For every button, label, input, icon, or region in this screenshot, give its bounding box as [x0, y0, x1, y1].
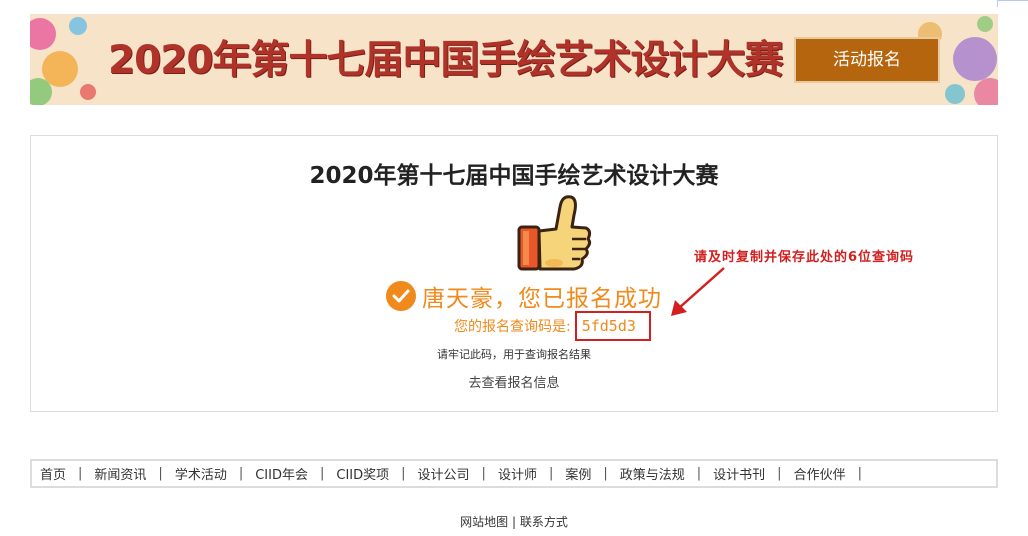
footer-nav-policies[interactable]: 政策与法规 [620, 464, 685, 483]
footer-nav-design-firms[interactable]: 设计公司 [418, 464, 470, 483]
footer-nav-partners[interactable]: 合作伙伴 [794, 464, 846, 483]
nav-separator: | [78, 466, 83, 481]
nav-separator: | [857, 466, 862, 481]
bottom-separator: | [511, 515, 517, 529]
footer-nav-annual-meeting[interactable]: CIID年会 [255, 464, 308, 483]
sitemap-link[interactable]: 网站地图 [460, 515, 508, 529]
nav-separator: | [238, 466, 244, 481]
banner-title: 2020年第十七届中国手绘艺术设计大赛 [108, 38, 784, 83]
footer-nav-home[interactable]: 首页 [40, 464, 66, 483]
nav-separator: | [401, 466, 406, 481]
arrow-icon [671, 267, 725, 316]
nav-separator: | [603, 466, 608, 481]
corner-decoration [997, 0, 1028, 7]
bottom-links: 网站地图 | 联系方式 [0, 513, 1028, 530]
footer-navigation: 首页 | 新闻资讯 | 学术活动 | CIID年会 | CIID奖项 | 设计公… [30, 459, 998, 488]
footer-nav-cases[interactable]: 案例 [565, 464, 591, 483]
event-banner[interactable]: 2020年第十七届中国手绘艺术设计大赛 活动报名 [30, 14, 998, 105]
registration-result-card: 2020年第十七届中国手绘艺术设计大赛 唐天豪，您已报名成功 您的报名查询码是:… [30, 135, 998, 412]
nav-separator: | [548, 466, 554, 481]
register-button[interactable]: 活动报名 [794, 37, 940, 83]
contact-link[interactable]: 联系方式 [520, 515, 568, 529]
nav-separator: | [696, 466, 702, 481]
footer-nav-designers[interactable]: 设计师 [498, 464, 537, 483]
nav-separator: | [158, 466, 163, 481]
footer-nav-publications[interactable]: 设计书刊 [713, 464, 765, 483]
footer-nav-news[interactable]: 新闻资讯 [94, 464, 146, 483]
nav-separator: | [481, 466, 486, 481]
footer-nav-awards[interactable]: CIID奖项 [336, 464, 389, 483]
nav-separator: | [319, 466, 325, 481]
footer-nav-academic[interactable]: 学术活动 [175, 464, 227, 483]
nav-separator: | [777, 466, 782, 481]
